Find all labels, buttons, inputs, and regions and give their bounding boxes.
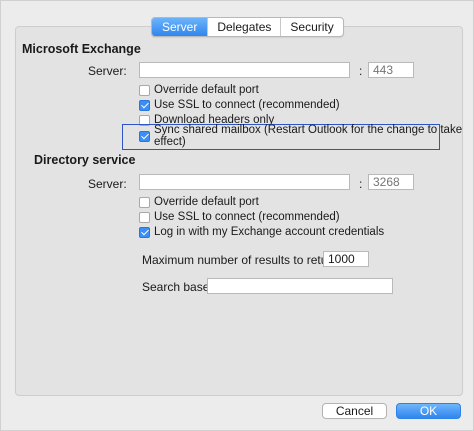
search-base-label: Search base: [142, 280, 213, 294]
directory-server-input[interactable] [139, 174, 350, 190]
account-settings-window: Server Delegates Security Microsoft Exch… [0, 0, 474, 431]
exchange-use-ssl-label: Use SSL to connect (recommended) [154, 99, 340, 111]
exchange-section-title: Microsoft Exchange [22, 42, 141, 56]
directory-port-colon: : [359, 177, 363, 191]
directory-exchange-credentials-option[interactable]: Log in with my Exchange account credenti… [139, 225, 384, 239]
max-results-input[interactable] [323, 251, 369, 267]
exchange-server-label: Server: [88, 64, 127, 78]
directory-exchange-credentials-checkbox[interactable] [139, 226, 150, 238]
directory-section-title: Directory service [34, 153, 136, 167]
directory-override-port-label: Override default port [154, 196, 259, 208]
exchange-use-ssl-option[interactable]: Use SSL to connect (recommended) [139, 98, 340, 112]
max-results-label: Maximum number of results to return: [142, 253, 342, 267]
exchange-port-colon: : [359, 64, 363, 78]
directory-override-port-option[interactable]: Override default port [139, 195, 259, 209]
ok-button[interactable]: OK [396, 403, 461, 419]
sync-shared-mailbox-label: Sync shared mailbox (Restart Outlook for… [154, 124, 463, 148]
sync-shared-mailbox-checkbox[interactable] [139, 130, 150, 142]
directory-exchange-credentials-label: Log in with my Exchange account credenti… [154, 226, 385, 238]
directory-port-input[interactable] [368, 174, 414, 190]
exchange-use-ssl-checkbox[interactable] [139, 99, 150, 111]
exchange-port-input[interactable] [368, 62, 414, 78]
exchange-override-port-option[interactable]: Override default port [139, 83, 259, 97]
exchange-override-port-checkbox[interactable] [139, 84, 150, 96]
search-base-input[interactable] [207, 278, 393, 294]
exchange-server-input[interactable] [139, 62, 350, 78]
tab-server[interactable]: Server [152, 18, 208, 36]
cancel-button[interactable]: Cancel [322, 403, 387, 419]
directory-server-label: Server: [88, 177, 127, 191]
tab-bar: Server Delegates Security [151, 17, 344, 37]
directory-override-port-checkbox[interactable] [139, 196, 150, 208]
tab-delegates[interactable]: Delegates [207, 18, 280, 36]
tab-security[interactable]: Security [280, 18, 342, 36]
directory-use-ssl-checkbox[interactable] [139, 211, 150, 223]
sync-shared-mailbox-option[interactable]: Sync shared mailbox (Restart Outlook for… [139, 124, 473, 148]
exchange-override-port-label: Override default port [154, 84, 259, 96]
directory-use-ssl-label: Use SSL to connect (recommended) [154, 211, 340, 223]
directory-use-ssl-option[interactable]: Use SSL to connect (recommended) [139, 210, 340, 224]
